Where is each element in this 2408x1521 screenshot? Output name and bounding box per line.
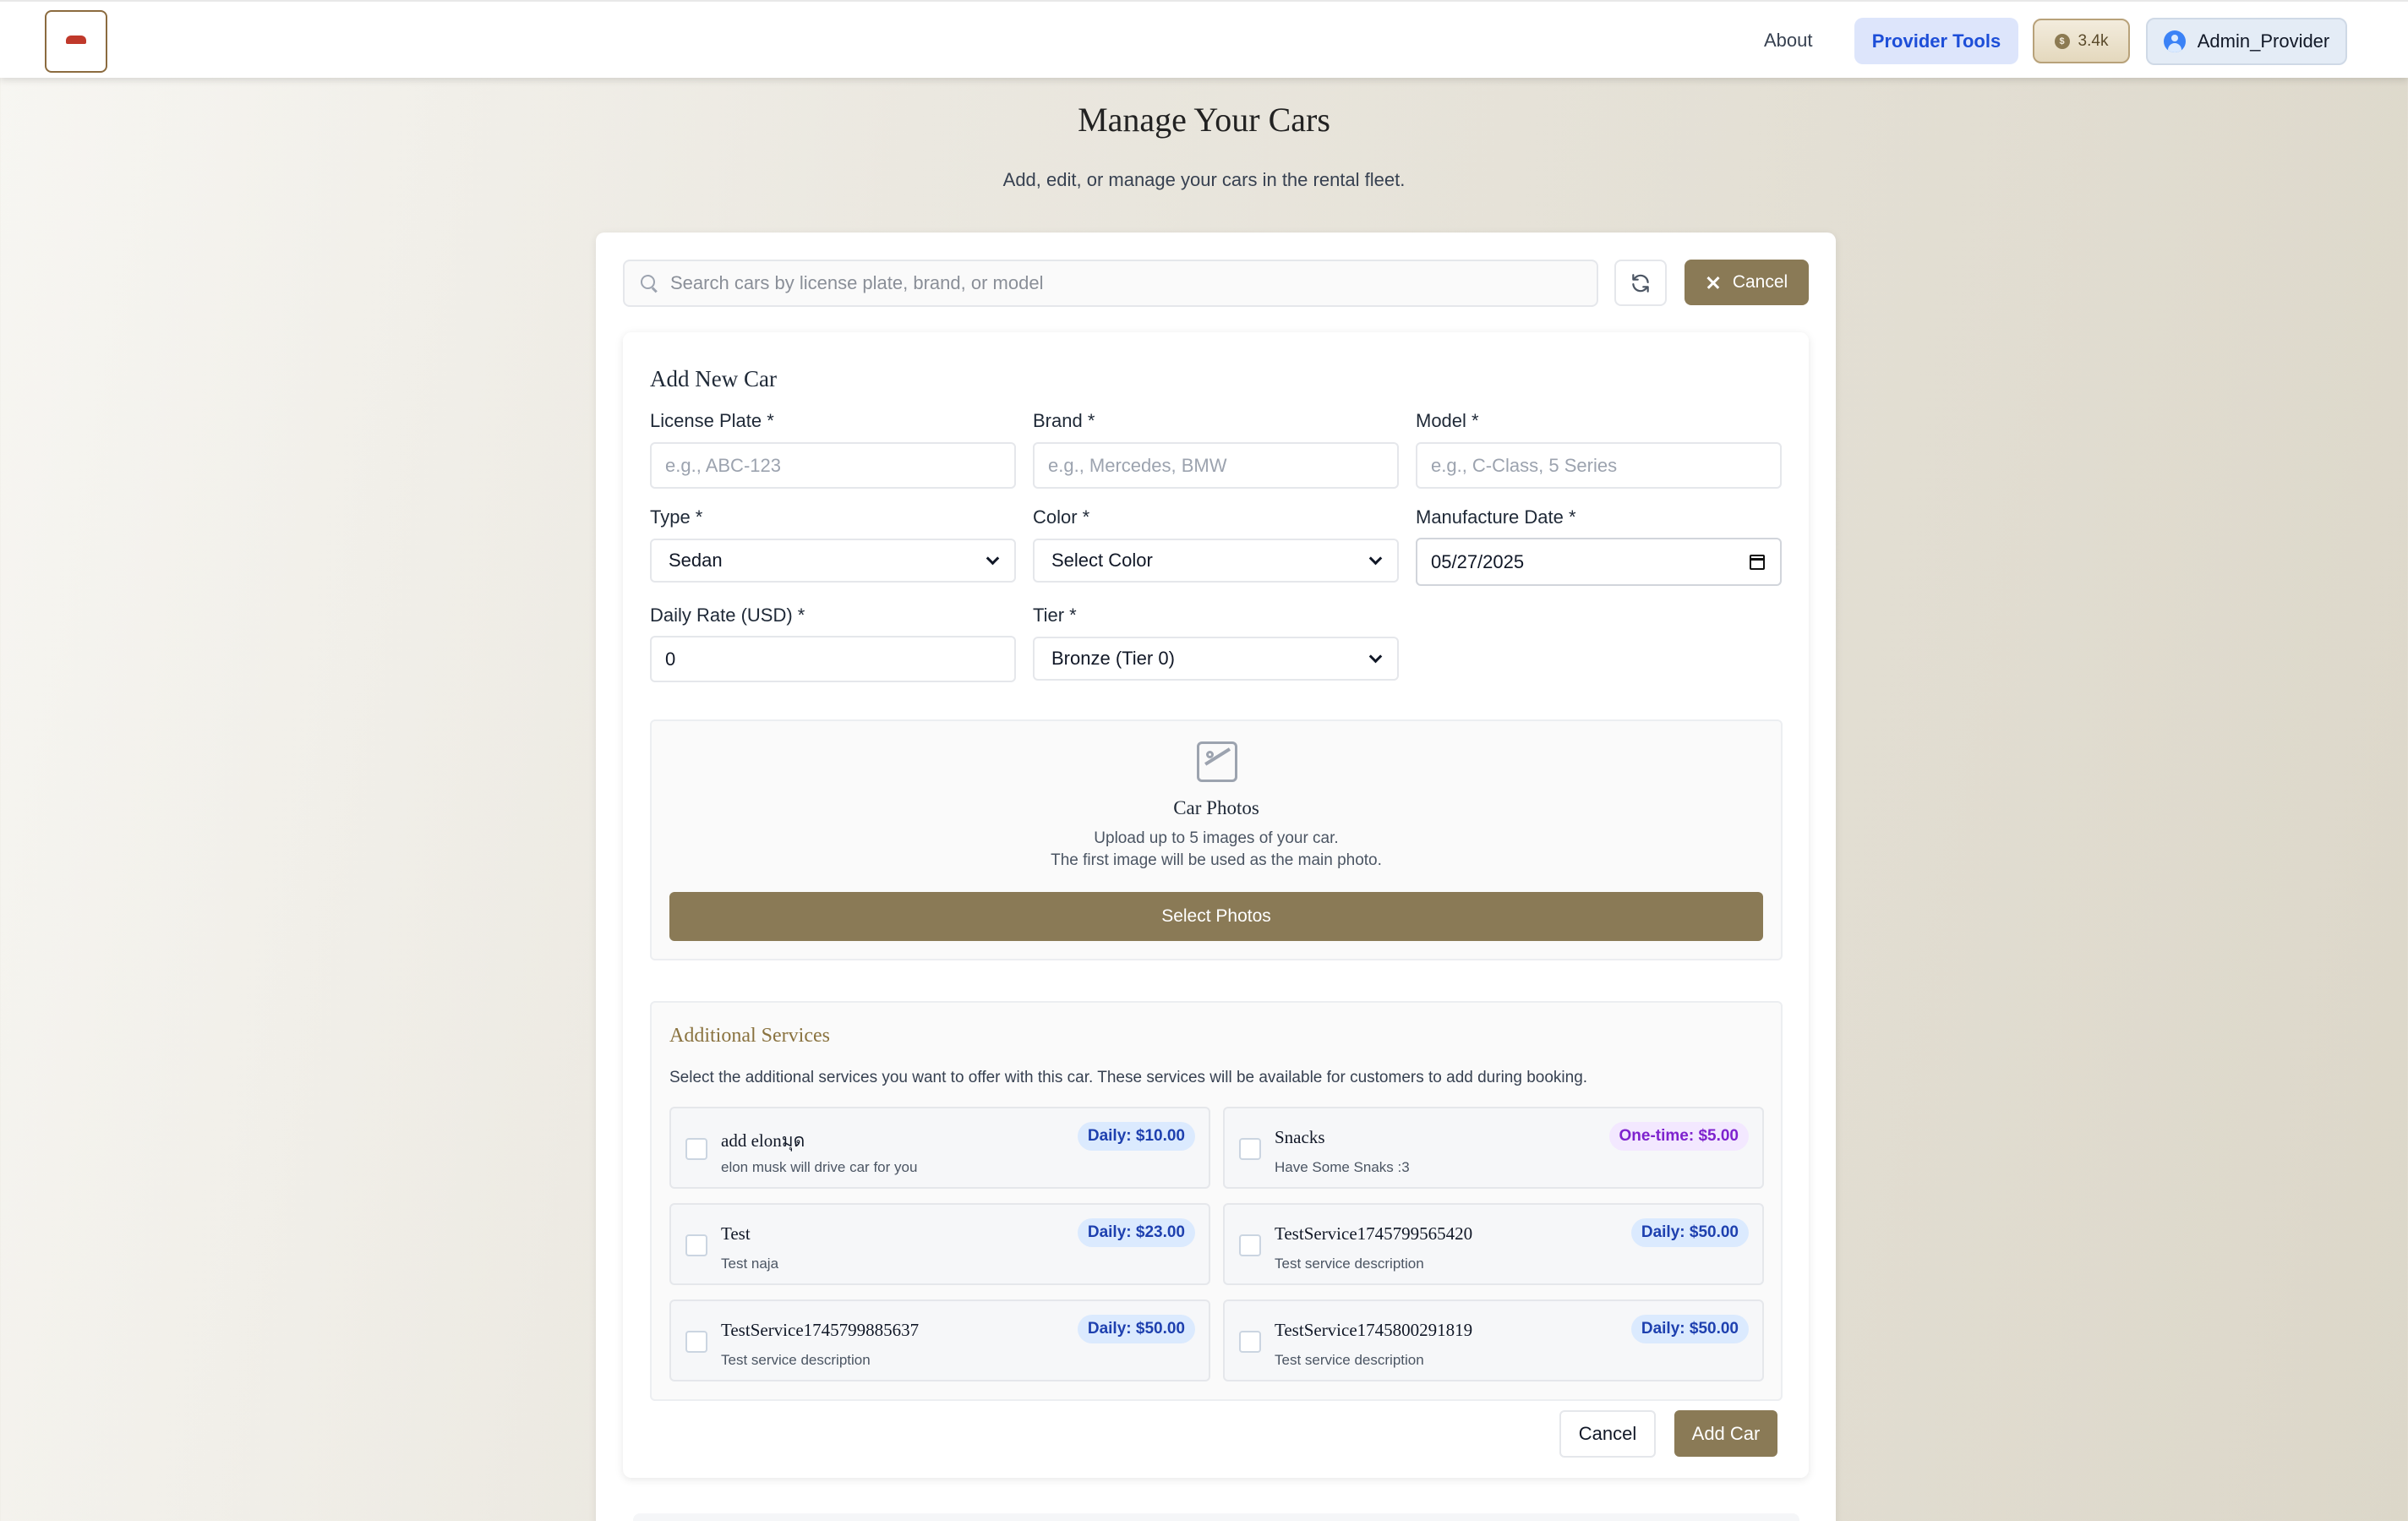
car-photos-section: Car Photos Upload up to 5 images of your… xyxy=(650,719,1783,960)
service-desc: Test service description xyxy=(1275,1256,1424,1272)
service-item[interactable]: TestService1745799885637 Test service de… xyxy=(669,1299,1210,1381)
add-car-form: Add New Car License Plate * Brand * Mode… xyxy=(623,332,1809,1478)
service-item[interactable]: TestService1745799565420 Test service de… xyxy=(1223,1203,1764,1285)
car-list-card xyxy=(633,1513,1799,1521)
user-menu-button[interactable]: Admin_Provider xyxy=(2146,18,2347,65)
chevron-down-icon xyxy=(1368,551,1383,565)
model-label: Model * xyxy=(1416,410,1479,431)
service-desc: elon musk will drive car for you xyxy=(721,1159,918,1175)
coin-icon: $ xyxy=(2054,33,2070,49)
coin-balance-value: 3.4k xyxy=(2078,31,2109,50)
user-icon xyxy=(2163,30,2186,52)
license-plate-label: License Plate * xyxy=(650,410,774,431)
service-price-badge: Daily: $10.00 xyxy=(1077,1122,1195,1151)
service-desc: Test naja xyxy=(721,1256,779,1272)
model-input[interactable] xyxy=(1416,442,1782,489)
image-icon xyxy=(1197,741,1237,782)
license-plate-input[interactable] xyxy=(650,442,1016,489)
service-price-badge: One-time: $5.00 xyxy=(1608,1122,1749,1151)
manufacture-date-input[interactable]: 05/27/2025 xyxy=(1416,538,1782,586)
additional-services-section: Additional Services Select the additiona… xyxy=(650,1001,1783,1401)
service-checkbox[interactable] xyxy=(1239,1234,1261,1256)
service-name: add elonมุด xyxy=(721,1130,805,1151)
service-price-badge: Daily: $50.00 xyxy=(1630,1218,1749,1247)
logo[interactable] xyxy=(45,10,107,73)
page-subtitle: Add, edit, or manage your cars in the re… xyxy=(1002,169,1406,190)
manufacture-date-label: Manufacture Date * xyxy=(1416,506,1576,528)
service-item[interactable]: Snacks Have Some Snaks :3 One-time: $5.0… xyxy=(1223,1107,1764,1189)
top-navbar: About Provider Tools $ 3.4k Admin_Provid… xyxy=(0,0,2408,78)
type-select[interactable]: Sedan xyxy=(650,539,1016,583)
service-checkbox[interactable] xyxy=(1239,1331,1261,1353)
search-box xyxy=(623,260,1598,307)
car-photos-title: Car Photos xyxy=(1173,797,1259,818)
chevron-down-icon xyxy=(1368,649,1383,663)
search-icon xyxy=(640,274,658,293)
type-label: Type * xyxy=(650,506,703,528)
service-name: TestService1745799565420 xyxy=(1275,1223,1473,1244)
page-title: Manage Your Cars xyxy=(1078,101,1330,139)
service-item[interactable]: TestService1745800291819 Test service de… xyxy=(1223,1299,1764,1381)
close-icon xyxy=(1706,275,1721,290)
nav-provider-tools-button[interactable]: Provider Tools xyxy=(1854,18,2018,64)
brand-input[interactable] xyxy=(1033,442,1399,489)
service-name: Snacks xyxy=(1275,1127,1325,1147)
service-checkbox[interactable] xyxy=(1239,1138,1261,1160)
service-desc: Test service description xyxy=(721,1352,871,1368)
username: Admin_Provider xyxy=(2197,30,2330,52)
color-select[interactable]: Select Color xyxy=(1033,539,1399,583)
refresh-button[interactable] xyxy=(1614,260,1667,306)
coin-balance[interactable]: $ 3.4k xyxy=(2033,19,2130,63)
color-label: Color * xyxy=(1033,506,1090,528)
refresh-icon xyxy=(1632,273,1649,293)
service-desc: Test service description xyxy=(1275,1352,1424,1368)
chevron-down-icon xyxy=(986,551,1000,565)
type-select-value: Sedan xyxy=(669,550,723,571)
color-select-value: Select Color xyxy=(1051,550,1153,571)
service-item[interactable]: Test Test naja Daily: $23.00 xyxy=(669,1203,1210,1285)
additional-services-title: Additional Services xyxy=(669,1025,830,1047)
service-item[interactable]: add elonมุด elon musk will drive car for… xyxy=(669,1107,1210,1189)
form-cancel-button[interactable]: Cancel xyxy=(1559,1410,1656,1458)
add-car-button[interactable]: Add Car xyxy=(1674,1410,1777,1457)
tier-select-value: Bronze (Tier 0) xyxy=(1051,648,1175,669)
service-name: TestService1745799885637 xyxy=(721,1320,920,1340)
service-checkbox[interactable] xyxy=(685,1331,707,1353)
service-price-badge: Daily: $50.00 xyxy=(1630,1315,1749,1343)
logo-car-icon xyxy=(66,36,86,44)
service-desc: Have Some Snaks :3 xyxy=(1275,1159,1410,1175)
service-price-badge: Daily: $23.00 xyxy=(1077,1218,1195,1247)
nav-about-link[interactable]: About xyxy=(1744,19,1833,63)
manufacture-date-value: 05/27/2025 xyxy=(1431,550,1525,572)
car-photos-desc-line2: The first image will be used as the main… xyxy=(1051,851,1382,869)
service-checkbox[interactable] xyxy=(685,1234,707,1256)
brand-label: Brand * xyxy=(1033,410,1095,431)
service-name: TestService1745800291819 xyxy=(1275,1320,1473,1340)
calendar-icon[interactable] xyxy=(1750,554,1765,570)
select-photos-button[interactable]: Select Photos xyxy=(669,892,1763,941)
additional-services-desc: Select the additional services you want … xyxy=(669,1069,1588,1086)
form-title: Add New Car xyxy=(650,366,777,391)
cancel-label: Cancel xyxy=(1732,272,1788,292)
tier-select[interactable]: Bronze (Tier 0) xyxy=(1033,637,1399,681)
daily-rate-input[interactable] xyxy=(650,636,1016,682)
daily-rate-label: Daily Rate (USD) * xyxy=(650,605,805,626)
manage-cars-card: Cancel Add New Car License Plate * Brand… xyxy=(596,233,1836,1521)
tier-label: Tier * xyxy=(1033,605,1077,626)
service-price-badge: Daily: $50.00 xyxy=(1077,1315,1195,1343)
car-photos-desc-line1: Upload up to 5 images of your car. xyxy=(1094,829,1339,847)
search-input[interactable] xyxy=(670,266,1583,300)
service-checkbox[interactable] xyxy=(685,1138,707,1160)
cancel-add-car-button[interactable]: Cancel xyxy=(1685,260,1809,305)
service-name: Test xyxy=(721,1223,751,1244)
